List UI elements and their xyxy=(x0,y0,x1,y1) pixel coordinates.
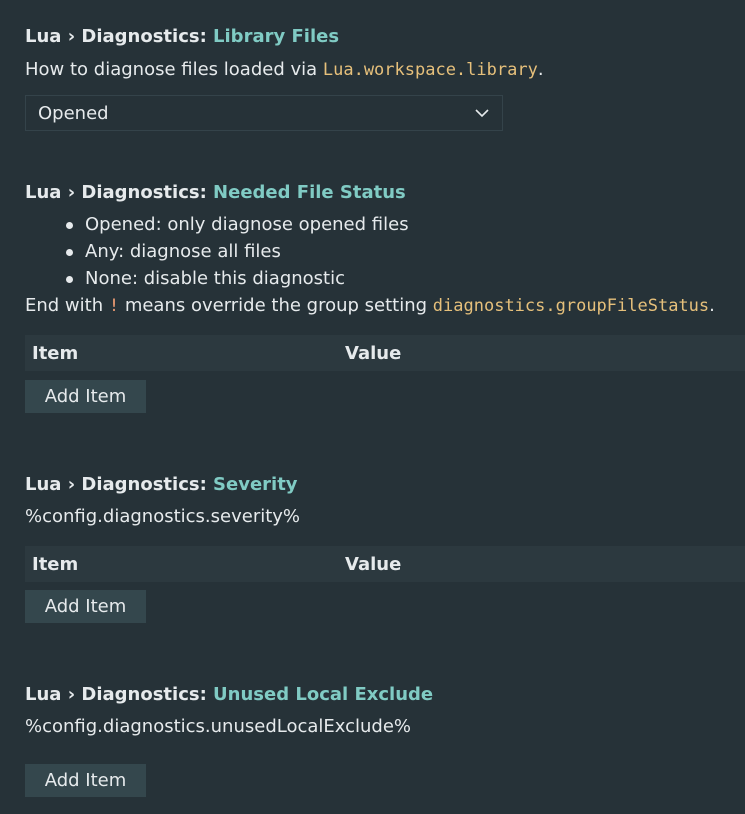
setting-description: %config.diagnostics.severity% xyxy=(25,506,301,527)
setting-description: %config.diagnostics.unusedLocalExclude% xyxy=(25,716,412,737)
desc-code: diagnostics.groupFileStatus xyxy=(432,296,710,316)
desc-text: . xyxy=(537,59,544,80)
add-item-button[interactable]: Add Item xyxy=(25,590,146,623)
setting-description: How to diagnose files loaded via Lua.wor… xyxy=(25,56,745,84)
select-value: Opened xyxy=(38,102,109,124)
setting-description: End with ! means override the group sett… xyxy=(25,292,745,320)
column-header-value: Value xyxy=(345,342,402,364)
desc-code: ! xyxy=(108,296,120,316)
desc-code: Lua.workspace.library xyxy=(322,60,538,80)
column-header-item: Item xyxy=(32,553,79,575)
list-item: None: disable this diagnostic xyxy=(66,265,745,292)
setting-unused-local-exclude: Lua › Diagnostics: Unused Local Exclude … xyxy=(25,683,745,797)
library-files-select[interactable]: Opened xyxy=(25,95,503,131)
setting-name: Needed File Status xyxy=(213,182,406,203)
setting-needed-file-status: Lua › Diagnostics: Needed File Status Op… xyxy=(25,181,745,413)
desc-text: End with xyxy=(25,295,109,316)
desc-text: means override the group setting xyxy=(119,295,433,316)
setting-title: Lua › Diagnostics: Severity xyxy=(25,473,745,497)
setting-severity: Lua › Diagnostics: Severity %config.diag… xyxy=(25,473,745,623)
table-header: Item Value xyxy=(25,335,745,371)
setting-title: Lua › Diagnostics: Unused Local Exclude xyxy=(25,683,745,707)
desc-text: How to diagnose files loaded via xyxy=(25,59,323,80)
list-item: Opened: only diagnose opened files xyxy=(66,211,745,238)
add-item-button[interactable]: Add Item xyxy=(25,380,146,413)
setting-title: Lua › Diagnostics: Needed File Status xyxy=(25,181,745,205)
setting-name: Unused Local Exclude xyxy=(213,684,434,705)
setting-name: Severity xyxy=(213,474,298,495)
setting-title: Lua › Diagnostics: Library Files xyxy=(25,25,745,49)
setting-name: Library Files xyxy=(213,26,340,47)
setting-category: Lua › Diagnostics: xyxy=(25,684,214,705)
chevron-down-icon xyxy=(474,105,490,121)
list-item: Any: diagnose all files xyxy=(66,238,745,265)
desc-text: . xyxy=(709,295,715,316)
setting-library-files: Lua › Diagnostics: Library Files How to … xyxy=(25,25,745,131)
setting-category: Lua › Diagnostics: xyxy=(25,182,214,203)
setting-category: Lua › Diagnostics: xyxy=(25,26,214,47)
column-header-item: Item xyxy=(32,342,79,364)
column-header-value: Value xyxy=(345,553,402,575)
table-header: Item Value xyxy=(25,546,745,582)
settings-page: Lua › Diagnostics: Library Files How to … xyxy=(0,0,745,814)
option-list: Opened: only diagnose opened files Any: … xyxy=(25,211,745,292)
setting-category: Lua › Diagnostics: xyxy=(25,474,214,495)
add-item-button[interactable]: Add Item xyxy=(25,764,146,797)
